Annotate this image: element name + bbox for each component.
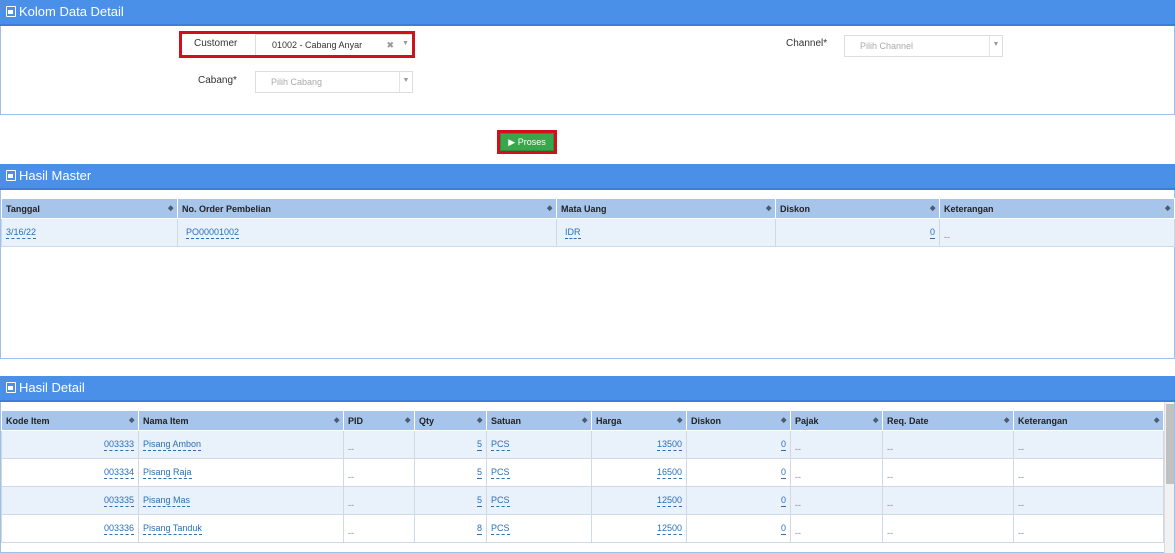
kolom-data-detail-header: Kolom Data Detail	[0, 0, 1175, 26]
column-header-diskon[interactable]: Diskon ◆	[775, 198, 940, 219]
channel-label: Channel*	[786, 38, 828, 49]
customer-highlight	[179, 31, 415, 58]
form-icon	[6, 382, 16, 393]
column-header-kode-item[interactable]: Kode Item ◆	[1, 410, 139, 431]
sort-icon[interactable]: ◆	[129, 417, 134, 424]
column-header-harga[interactable]: Harga ◆	[591, 410, 687, 431]
sort-icon[interactable]: ◆	[334, 417, 339, 424]
master-table: Tanggal ◆ No. Order Pembelian ◆ Mata Uang ◆…	[1, 198, 1175, 247]
column-header-pid[interactable]: PID ◆	[343, 410, 415, 431]
cabang-placeholder: Pilih Cabang	[271, 77, 323, 87]
column-header-diskon[interactable]: Diskon ◆	[686, 410, 791, 431]
table-row[interactable]: 003336 Pisang Tanduk -- 8 PCS 12500 0 --…	[1, 514, 1164, 543]
hasil-master-title: Hasil Master	[19, 168, 92, 183]
chevron-down-icon[interactable]: ▼	[989, 36, 1002, 56]
column-header-no-order[interactable]: No. Order Pembelian ◆	[177, 198, 557, 219]
play-icon: ▶	[508, 137, 516, 147]
proses-button[interactable]: ▶ Proses	[500, 133, 554, 151]
kolom-title: Kolom Data Detail	[19, 4, 124, 19]
cabang-select[interactable]: Pilih Cabang ▼	[255, 71, 413, 93]
table-row[interactable]: 003334 Pisang Raja -- 5 PCS 16500 0 -- -…	[1, 458, 1164, 487]
sort-icon[interactable]: ◆	[168, 205, 173, 212]
form-icon	[6, 6, 16, 17]
channel-select[interactable]: Pilih Channel ▼	[844, 35, 1003, 57]
column-header-req-date[interactable]: Req. Date ◆	[882, 410, 1014, 431]
sort-icon[interactable]: ◆	[1165, 205, 1170, 212]
column-header-tanggal[interactable]: Tanggal ◆	[1, 198, 178, 219]
sort-icon[interactable]: ◆	[677, 417, 682, 424]
scrollbar-thumb[interactable]	[1166, 404, 1174, 484]
vertical-scrollbar[interactable]	[1164, 402, 1174, 553]
hasil-master-header: Hasil Master	[0, 164, 1175, 190]
hasil-detail-header: Hasil Detail	[0, 376, 1175, 402]
chevron-down-icon[interactable]: ▼	[399, 72, 412, 92]
cabang-label: Cabang*	[198, 75, 237, 86]
column-header-keterangan[interactable]: Keterangan ◆	[939, 198, 1175, 219]
channel-placeholder: Pilih Channel	[860, 41, 914, 51]
form-icon	[6, 170, 16, 181]
sort-icon[interactable]: ◆	[873, 417, 878, 424]
column-header-nama-item[interactable]: Nama Item ◆	[138, 410, 344, 431]
column-header-keterangan[interactable]: Keterangan ◆	[1013, 410, 1164, 431]
sort-icon[interactable]: ◆	[582, 417, 587, 424]
sort-icon[interactable]: ◆	[405, 417, 410, 424]
column-header-satuan[interactable]: Satuan ◆	[486, 410, 592, 431]
sort-icon[interactable]: ◆	[1154, 417, 1159, 424]
kolom-data-detail-panel: Customer 01002 - Cabang Anyar ✖ ▼ Channe…	[0, 26, 1175, 115]
table-row[interactable]: 3/16/22 PO00001002 IDR 0 --	[1, 218, 1175, 247]
column-header-mata-uang[interactable]: Mata Uang ◆	[556, 198, 776, 219]
table-row[interactable]: 003333 Pisang Ambon -- 5 PCS 13500 0 -- …	[1, 430, 1164, 459]
sort-icon[interactable]: ◆	[547, 205, 552, 212]
sort-icon[interactable]: ◆	[930, 205, 935, 212]
sort-icon[interactable]: ◆	[1004, 417, 1009, 424]
column-header-pajak[interactable]: Pajak ◆	[790, 410, 883, 431]
sort-icon[interactable]: ◆	[766, 205, 771, 212]
detail-table: Kode Item ◆ Nama Item ◆ PID ◆ Qty ◆ Satuan ◆ …	[1, 410, 1164, 543]
table-row[interactable]: 003335 Pisang Mas -- 5 PCS 12500 0 -- --…	[1, 486, 1164, 515]
sort-icon[interactable]: ◆	[477, 417, 482, 424]
column-header-qty[interactable]: Qty ◆	[414, 410, 487, 431]
sort-icon[interactable]: ◆	[781, 417, 786, 424]
hasil-detail-title: Hasil Detail	[19, 380, 85, 395]
